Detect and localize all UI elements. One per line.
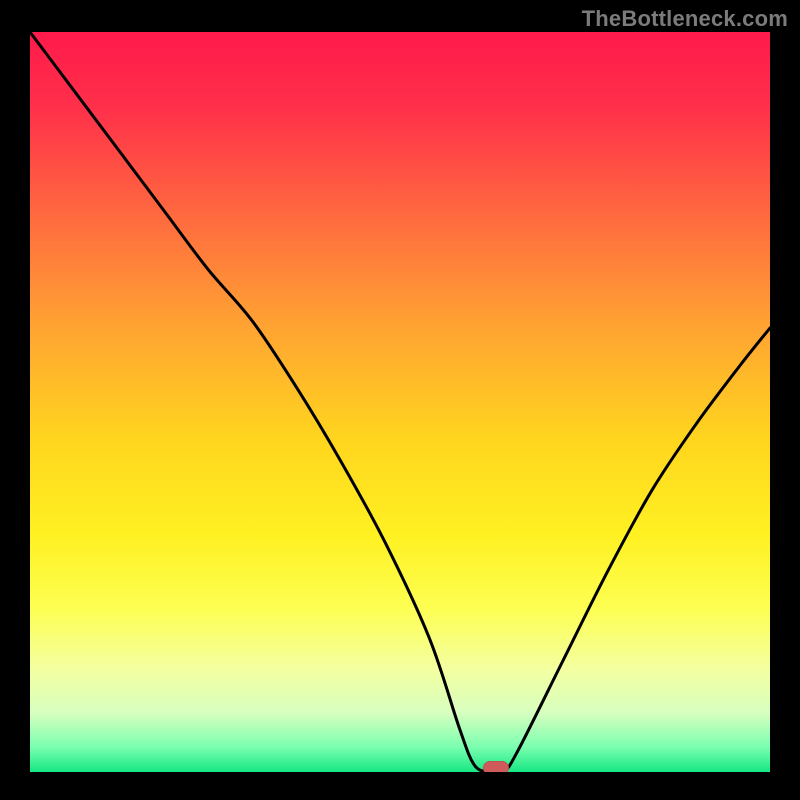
bottleneck-curve (30, 32, 770, 772)
attribution-label: TheBottleneck.com (582, 6, 788, 32)
optimal-point-marker (483, 761, 509, 772)
plot-area (30, 32, 770, 772)
chart-frame: TheBottleneck.com (0, 0, 800, 800)
curve-layer (30, 32, 770, 772)
